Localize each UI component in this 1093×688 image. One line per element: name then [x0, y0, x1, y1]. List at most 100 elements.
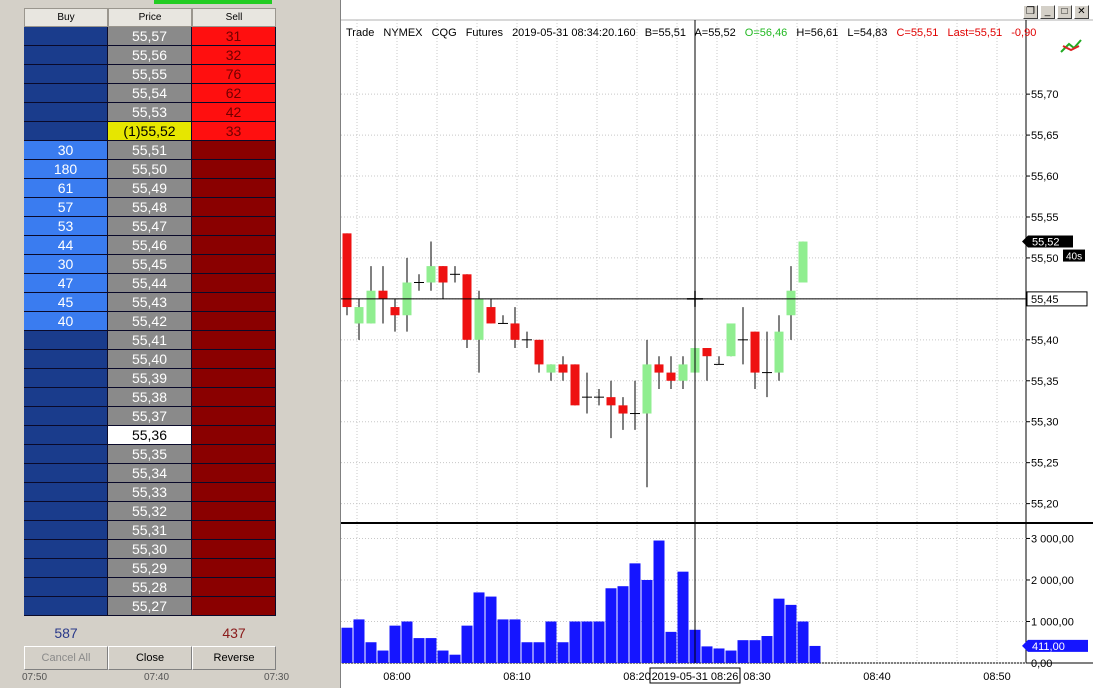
price-cell[interactable]: 55,37: [108, 407, 192, 426]
price-cell[interactable]: 55,39: [108, 369, 192, 388]
buy-cell[interactable]: [24, 350, 108, 369]
sell-cell[interactable]: [192, 426, 276, 445]
sell-cell[interactable]: [192, 445, 276, 464]
sell-cell[interactable]: [192, 559, 276, 578]
price-cell[interactable]: 55,49: [108, 179, 192, 198]
sell-cell[interactable]: [192, 255, 276, 274]
price-cell[interactable]: 55,34: [108, 464, 192, 483]
sell-cell[interactable]: [192, 521, 276, 540]
sell-column-header[interactable]: Sell: [192, 8, 276, 27]
buy-cell[interactable]: [24, 27, 108, 46]
buy-cell[interactable]: [24, 103, 108, 122]
price-cell[interactable]: 55,32: [108, 502, 192, 521]
price-cell[interactable]: 55,35: [108, 445, 192, 464]
buy-cell[interactable]: [24, 407, 108, 426]
sell-cell[interactable]: 76: [192, 65, 276, 84]
sell-cell[interactable]: [192, 578, 276, 597]
sell-cell[interactable]: [192, 350, 276, 369]
buy-cell[interactable]: [24, 84, 108, 103]
reverse-position-button[interactable]: Reverse: [192, 646, 276, 670]
price-cell[interactable]: 55,56: [108, 46, 192, 65]
buy-cell[interactable]: [24, 483, 108, 502]
sell-cell[interactable]: [192, 407, 276, 426]
sell-cell[interactable]: [192, 274, 276, 293]
price-column-header[interactable]: Price: [108, 8, 192, 27]
price-cell[interactable]: 55,45: [108, 255, 192, 274]
price-cell[interactable]: 55,29: [108, 559, 192, 578]
buy-cell[interactable]: [24, 65, 108, 84]
price-cell[interactable]: 55,28: [108, 578, 192, 597]
buy-cell[interactable]: [24, 540, 108, 559]
sell-cell[interactable]: [192, 597, 276, 616]
buy-cell[interactable]: 40: [24, 312, 108, 331]
sell-cell[interactable]: [192, 160, 276, 179]
sell-cell[interactable]: [192, 388, 276, 407]
sell-cell[interactable]: [192, 141, 276, 160]
buy-cell[interactable]: 61: [24, 179, 108, 198]
price-cell[interactable]: 55,38: [108, 388, 192, 407]
price-cell[interactable]: 55,43: [108, 293, 192, 312]
sell-cell[interactable]: 42: [192, 103, 276, 122]
price-cell[interactable]: 55,54: [108, 84, 192, 103]
price-cell[interactable]: 55,27: [108, 597, 192, 616]
buy-cell[interactable]: 47: [24, 274, 108, 293]
buy-cell[interactable]: [24, 502, 108, 521]
price-cell[interactable]: 55,53: [108, 103, 192, 122]
buy-cell[interactable]: 180: [24, 160, 108, 179]
buy-cell[interactable]: 30: [24, 141, 108, 160]
price-cell[interactable]: 55,44: [108, 274, 192, 293]
buy-cell[interactable]: 53: [24, 217, 108, 236]
buy-cell[interactable]: [24, 559, 108, 578]
price-cell[interactable]: 55,30: [108, 540, 192, 559]
maximize-icon[interactable]: □: [1057, 5, 1072, 19]
price-cell[interactable]: 55,46: [108, 236, 192, 255]
price-cell[interactable]: 55,42: [108, 312, 192, 331]
chart-canvas[interactable]: 08:00 08:10 08:20 08:30 08:40 08:50 55,20 55,25…: [341, 0, 1093, 688]
price-cell[interactable]: 55,55: [108, 65, 192, 84]
minimize-icon[interactable]: _: [1040, 5, 1055, 19]
sell-cell[interactable]: 33: [192, 122, 276, 141]
sell-cell[interactable]: [192, 236, 276, 255]
price-cell[interactable]: 55,50: [108, 160, 192, 179]
sell-cell[interactable]: [192, 502, 276, 521]
sell-cell[interactable]: [192, 483, 276, 502]
buy-cell[interactable]: [24, 426, 108, 445]
price-cell[interactable]: 55,57: [108, 27, 192, 46]
buy-cell[interactable]: [24, 46, 108, 65]
price-cell[interactable]: 55,33: [108, 483, 192, 502]
price-cell[interactable]: 55,31: [108, 521, 192, 540]
sell-cell[interactable]: 31: [192, 27, 276, 46]
price-cell[interactable]: 55,47: [108, 217, 192, 236]
price-cell[interactable]: 55,41: [108, 331, 192, 350]
sell-cell[interactable]: [192, 312, 276, 331]
sell-cell[interactable]: [192, 198, 276, 217]
buy-cell[interactable]: [24, 122, 108, 141]
sell-cell[interactable]: [192, 369, 276, 388]
buy-cell[interactable]: [24, 331, 108, 350]
chart-window[interactable]: 08:00 08:10 08:20 08:30 08:40 08:50 55,20 55,25…: [340, 0, 1093, 688]
sell-cell[interactable]: [192, 464, 276, 483]
buy-cell[interactable]: 30: [24, 255, 108, 274]
buy-cell[interactable]: [24, 369, 108, 388]
cancel-all-button[interactable]: Cancel All: [24, 646, 108, 670]
buy-column-header[interactable]: Buy: [24, 8, 108, 27]
price-cell[interactable]: (1)55,52: [108, 122, 192, 141]
close-icon[interactable]: ✕: [1074, 5, 1089, 19]
price-cell[interactable]: 55,51: [108, 141, 192, 160]
close-position-button[interactable]: Close: [108, 646, 192, 670]
buy-cell[interactable]: 57: [24, 198, 108, 217]
sell-cell[interactable]: [192, 540, 276, 559]
buy-cell[interactable]: [24, 464, 108, 483]
price-cell[interactable]: 55,36: [108, 426, 192, 445]
sell-cell[interactable]: [192, 293, 276, 312]
buy-cell[interactable]: [24, 521, 108, 540]
price-cell[interactable]: 55,48: [108, 198, 192, 217]
buy-cell[interactable]: 45: [24, 293, 108, 312]
buy-cell[interactable]: 44: [24, 236, 108, 255]
buy-cell[interactable]: [24, 388, 108, 407]
sell-cell[interactable]: 62: [192, 84, 276, 103]
buy-cell[interactable]: [24, 597, 108, 616]
price-cell[interactable]: 55,40: [108, 350, 192, 369]
restore-icon[interactable]: ❐: [1023, 5, 1038, 19]
buy-cell[interactable]: [24, 445, 108, 464]
